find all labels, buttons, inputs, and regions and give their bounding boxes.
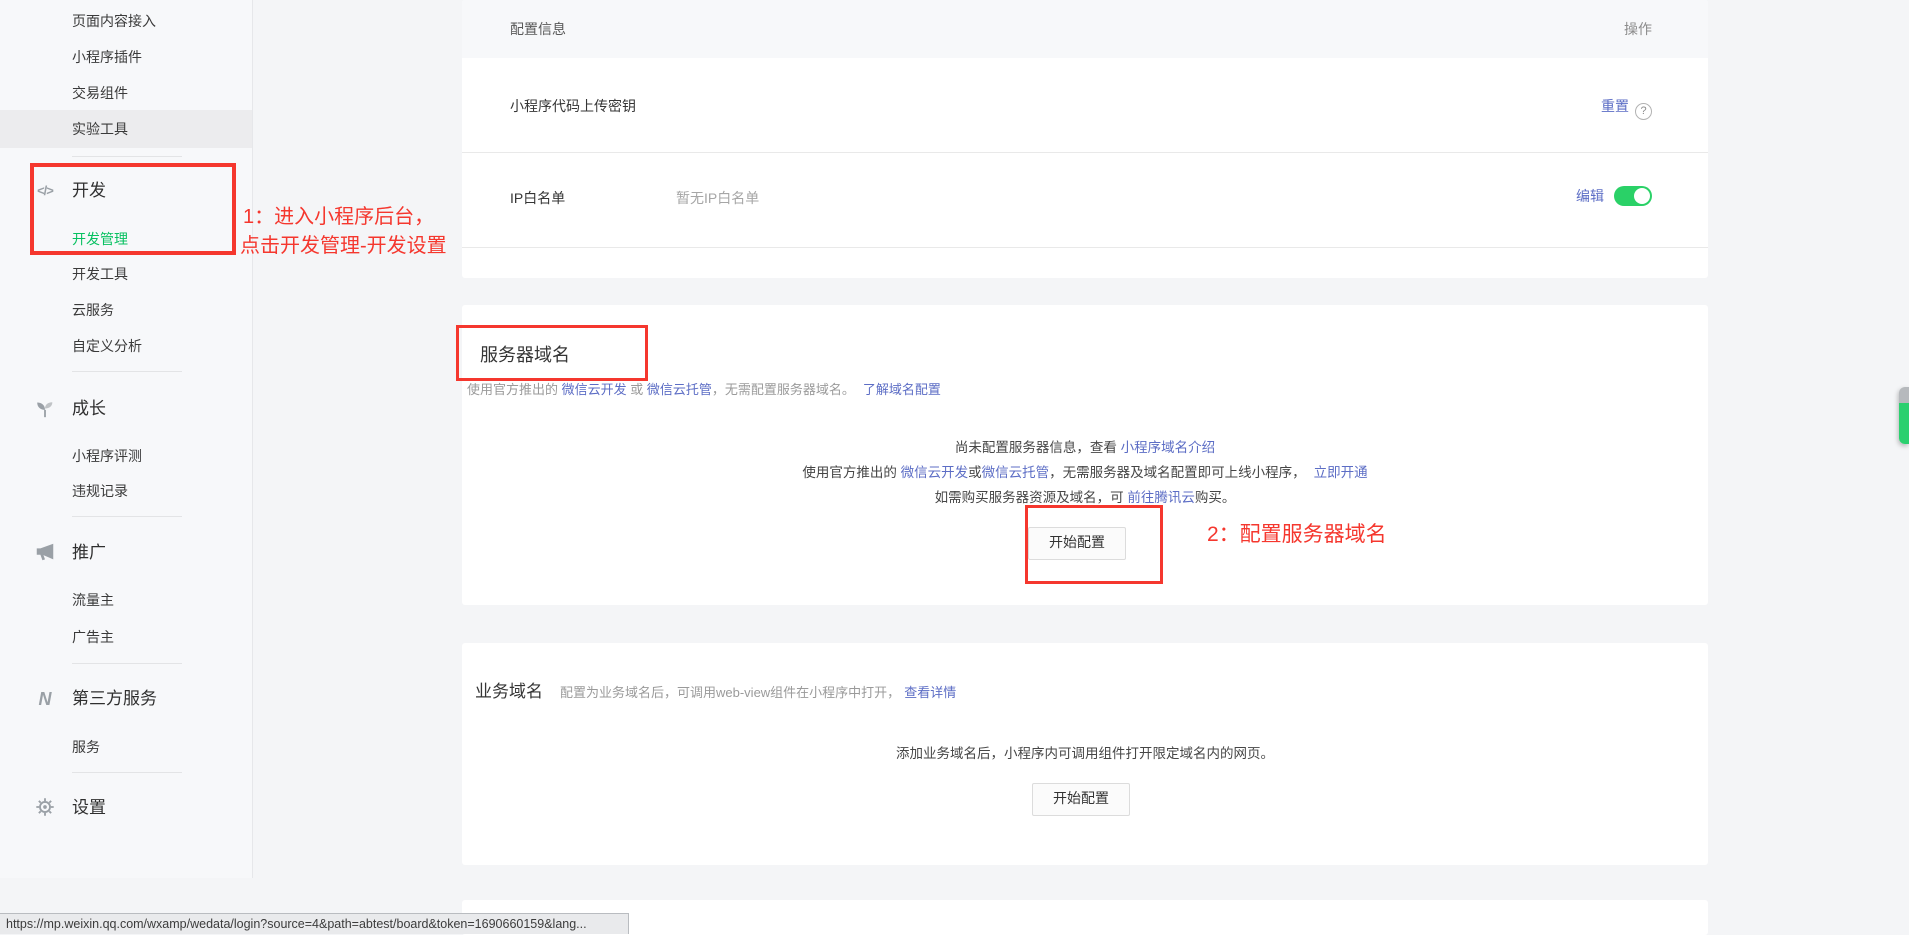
sidebar: 页面内容接入 小程序插件 交易组件 实验工具 </> 开发 开发管理 开发工具 … [0, 0, 253, 878]
widget-cap [1899, 387, 1909, 403]
third-party-icon: N [33, 687, 57, 711]
hint-text: 如需购买服务器资源及域名，可 [935, 490, 1128, 505]
business-domain-start-config-button[interactable]: 开始配置 [1032, 783, 1130, 816]
hint-text: 或 [968, 465, 982, 480]
sprout-icon [33, 397, 57, 421]
business-domain-card: 业务域名 配置为业务域名后，可调用web-view组件在小程序中打开，查看详情 … [462, 643, 1708, 865]
ip-whitelist-label: IP白名单 [510, 188, 565, 208]
sidebar-item-page-content[interactable]: 页面内容接入 [72, 11, 156, 31]
edit-ip-whitelist-link[interactable]: 编辑 [1576, 188, 1604, 204]
browser-status-url-bar: https://mp.weixin.qq.com/wxamp/wedata/lo… [0, 913, 629, 934]
tencent-cloud-link[interactable]: 前往腾讯云 [1127, 490, 1195, 505]
sidebar-item-service[interactable]: 服务 [72, 737, 100, 757]
subtitle-text: ，无需配置服务器域名。 [712, 382, 855, 397]
sidebar-item-trade-components[interactable]: 交易组件 [72, 83, 128, 103]
hint-text: 购买。 [1195, 490, 1236, 505]
annotation-step2: 2：配置服务器域名 [1207, 520, 1387, 549]
weixin-cloud-host-link[interactable]: 微信云托管 [982, 465, 1050, 480]
weixin-cloud-host-link[interactable]: 微信云托管 [647, 382, 712, 397]
activate-now-link[interactable]: 立即开通 [1314, 465, 1368, 480]
next-card-partial [462, 900, 1708, 935]
server-domain-hint-line1: 尚未配置服务器信息，查看 小程序域名介绍 [462, 438, 1708, 458]
server-domain-subtitle: 使用官方推出的 微信云开发 或 微信云托管，无需配置服务器域名。了解域名配置 [467, 379, 941, 398]
sidebar-item-miniprogram-evaluation[interactable]: 小程序评测 [72, 446, 142, 466]
sidebar-divider [72, 663, 182, 664]
sidebar-divider [72, 156, 182, 157]
ip-whitelist-toggle[interactable] [1614, 186, 1652, 206]
view-details-link[interactable]: 查看详情 [904, 685, 956, 700]
learn-domain-config-link[interactable]: 了解域名配置 [863, 382, 941, 397]
sidebar-item-experiment-tools[interactable]: 实验工具 [72, 119, 128, 139]
business-domain-title: 业务域名 [475, 677, 543, 702]
ip-whitelist-value: 暂无IP白名单 [676, 188, 759, 208]
subtitle-text: 使用官方推出的 [467, 382, 562, 397]
toggle-knob [1634, 188, 1650, 204]
widget-body [1899, 403, 1909, 444]
sidebar-section-growth[interactable]: 成长 [72, 397, 106, 421]
row-divider [462, 152, 1708, 153]
wechat-miniprogram-console: 页面内容接入 小程序插件 交易组件 实验工具 </> 开发 开发管理 开发工具 … [0, 0, 1909, 935]
subtitle-text: 或 [627, 382, 647, 397]
hint-text: 使用官方推出的 [802, 465, 900, 480]
gear-icon [33, 796, 57, 820]
sidebar-item-advertiser[interactable]: 广告主 [72, 627, 114, 647]
reset-upload-key-link[interactable]: 重置 [1601, 98, 1629, 114]
sidebar-divider [72, 772, 182, 773]
config-info-card: 配置信息 操作 小程序代码上传密钥 重置? IP白名单 暂无IP白名单 编辑 [462, 0, 1708, 278]
annotation-step1-line2: 点击开发管理-开发设置 [240, 232, 447, 261]
domain-intro-link[interactable]: 小程序域名介绍 [1121, 440, 1216, 455]
floating-helper-widget[interactable] [1899, 387, 1909, 444]
config-card-action-header: 操作 [1624, 19, 1652, 39]
weixin-cloud-dev-link[interactable]: 微信云开发 [562, 382, 627, 397]
annotation-box-develop-menu [30, 163, 236, 255]
sidebar-item-plugins[interactable]: 小程序插件 [72, 47, 142, 67]
hint-text: ，无需服务器及域名配置即可上线小程序， [1049, 465, 1306, 480]
sidebar-item-traffic-owner[interactable]: 流量主 [72, 590, 114, 610]
help-icon[interactable]: ? [1635, 103, 1652, 120]
sidebar-item-develop-tools[interactable]: 开发工具 [72, 264, 128, 284]
annotation-box-server-domain-title [456, 325, 648, 381]
server-domain-hint-line2: 使用官方推出的 微信云开发或微信云托管，无需服务器及域名配置即可上线小程序， 立即… [462, 463, 1708, 483]
business-domain-hint: 添加业务域名后，小程序内可调用组件打开限定域名内的网页。 [462, 744, 1708, 764]
upload-key-label: 小程序代码上传密钥 [510, 96, 636, 116]
hint-text: 尚未配置服务器信息，查看 [955, 440, 1121, 455]
sidebar-item-violation-records[interactable]: 违规记录 [72, 481, 128, 501]
weixin-cloud-dev-link[interactable]: 微信云开发 [901, 465, 969, 480]
megaphone-icon [33, 541, 57, 565]
sidebar-divider [72, 371, 182, 372]
subtitle-text: 配置为业务域名后，可调用web-view组件在小程序中打开， [560, 685, 900, 700]
sidebar-section-third-party[interactable]: 第三方服务 [72, 687, 157, 711]
business-domain-subtitle: 配置为业务域名后，可调用web-view组件在小程序中打开， 查看详情 [560, 682, 956, 701]
sidebar-divider [72, 516, 182, 517]
annotation-step1-line1: 1：进入小程序后台， [243, 203, 434, 232]
sidebar-section-settings[interactable]: 设置 [72, 796, 106, 820]
config-card-header: 配置信息 操作 [462, 0, 1708, 58]
sidebar-section-promotion[interactable]: 推广 [72, 541, 106, 565]
sidebar-item-custom-analysis[interactable]: 自定义分析 [72, 336, 142, 356]
config-card-title: 配置信息 [510, 19, 566, 39]
annotation-box-start-config-button [1025, 505, 1163, 584]
sidebar-item-cloud-service[interactable]: 云服务 [72, 300, 114, 320]
row-divider [462, 247, 1708, 248]
